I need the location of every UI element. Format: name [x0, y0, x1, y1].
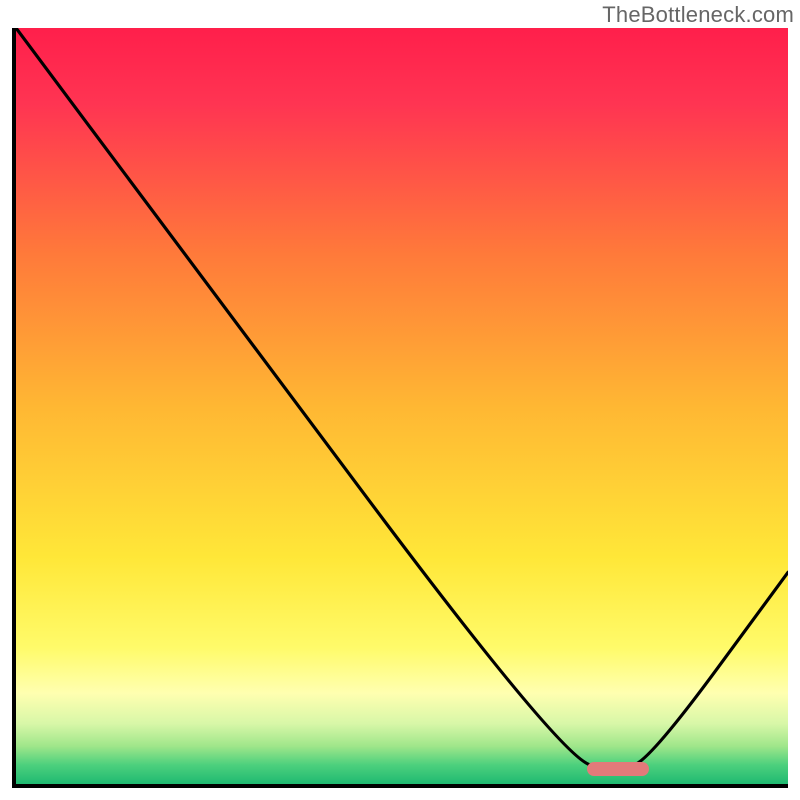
plot-area	[12, 28, 788, 788]
watermark-text: TheBottleneck.com	[602, 2, 794, 28]
optimal-marker	[587, 762, 649, 776]
chart-canvas: TheBottleneck.com	[0, 0, 800, 800]
bottleneck-curve	[16, 28, 788, 784]
